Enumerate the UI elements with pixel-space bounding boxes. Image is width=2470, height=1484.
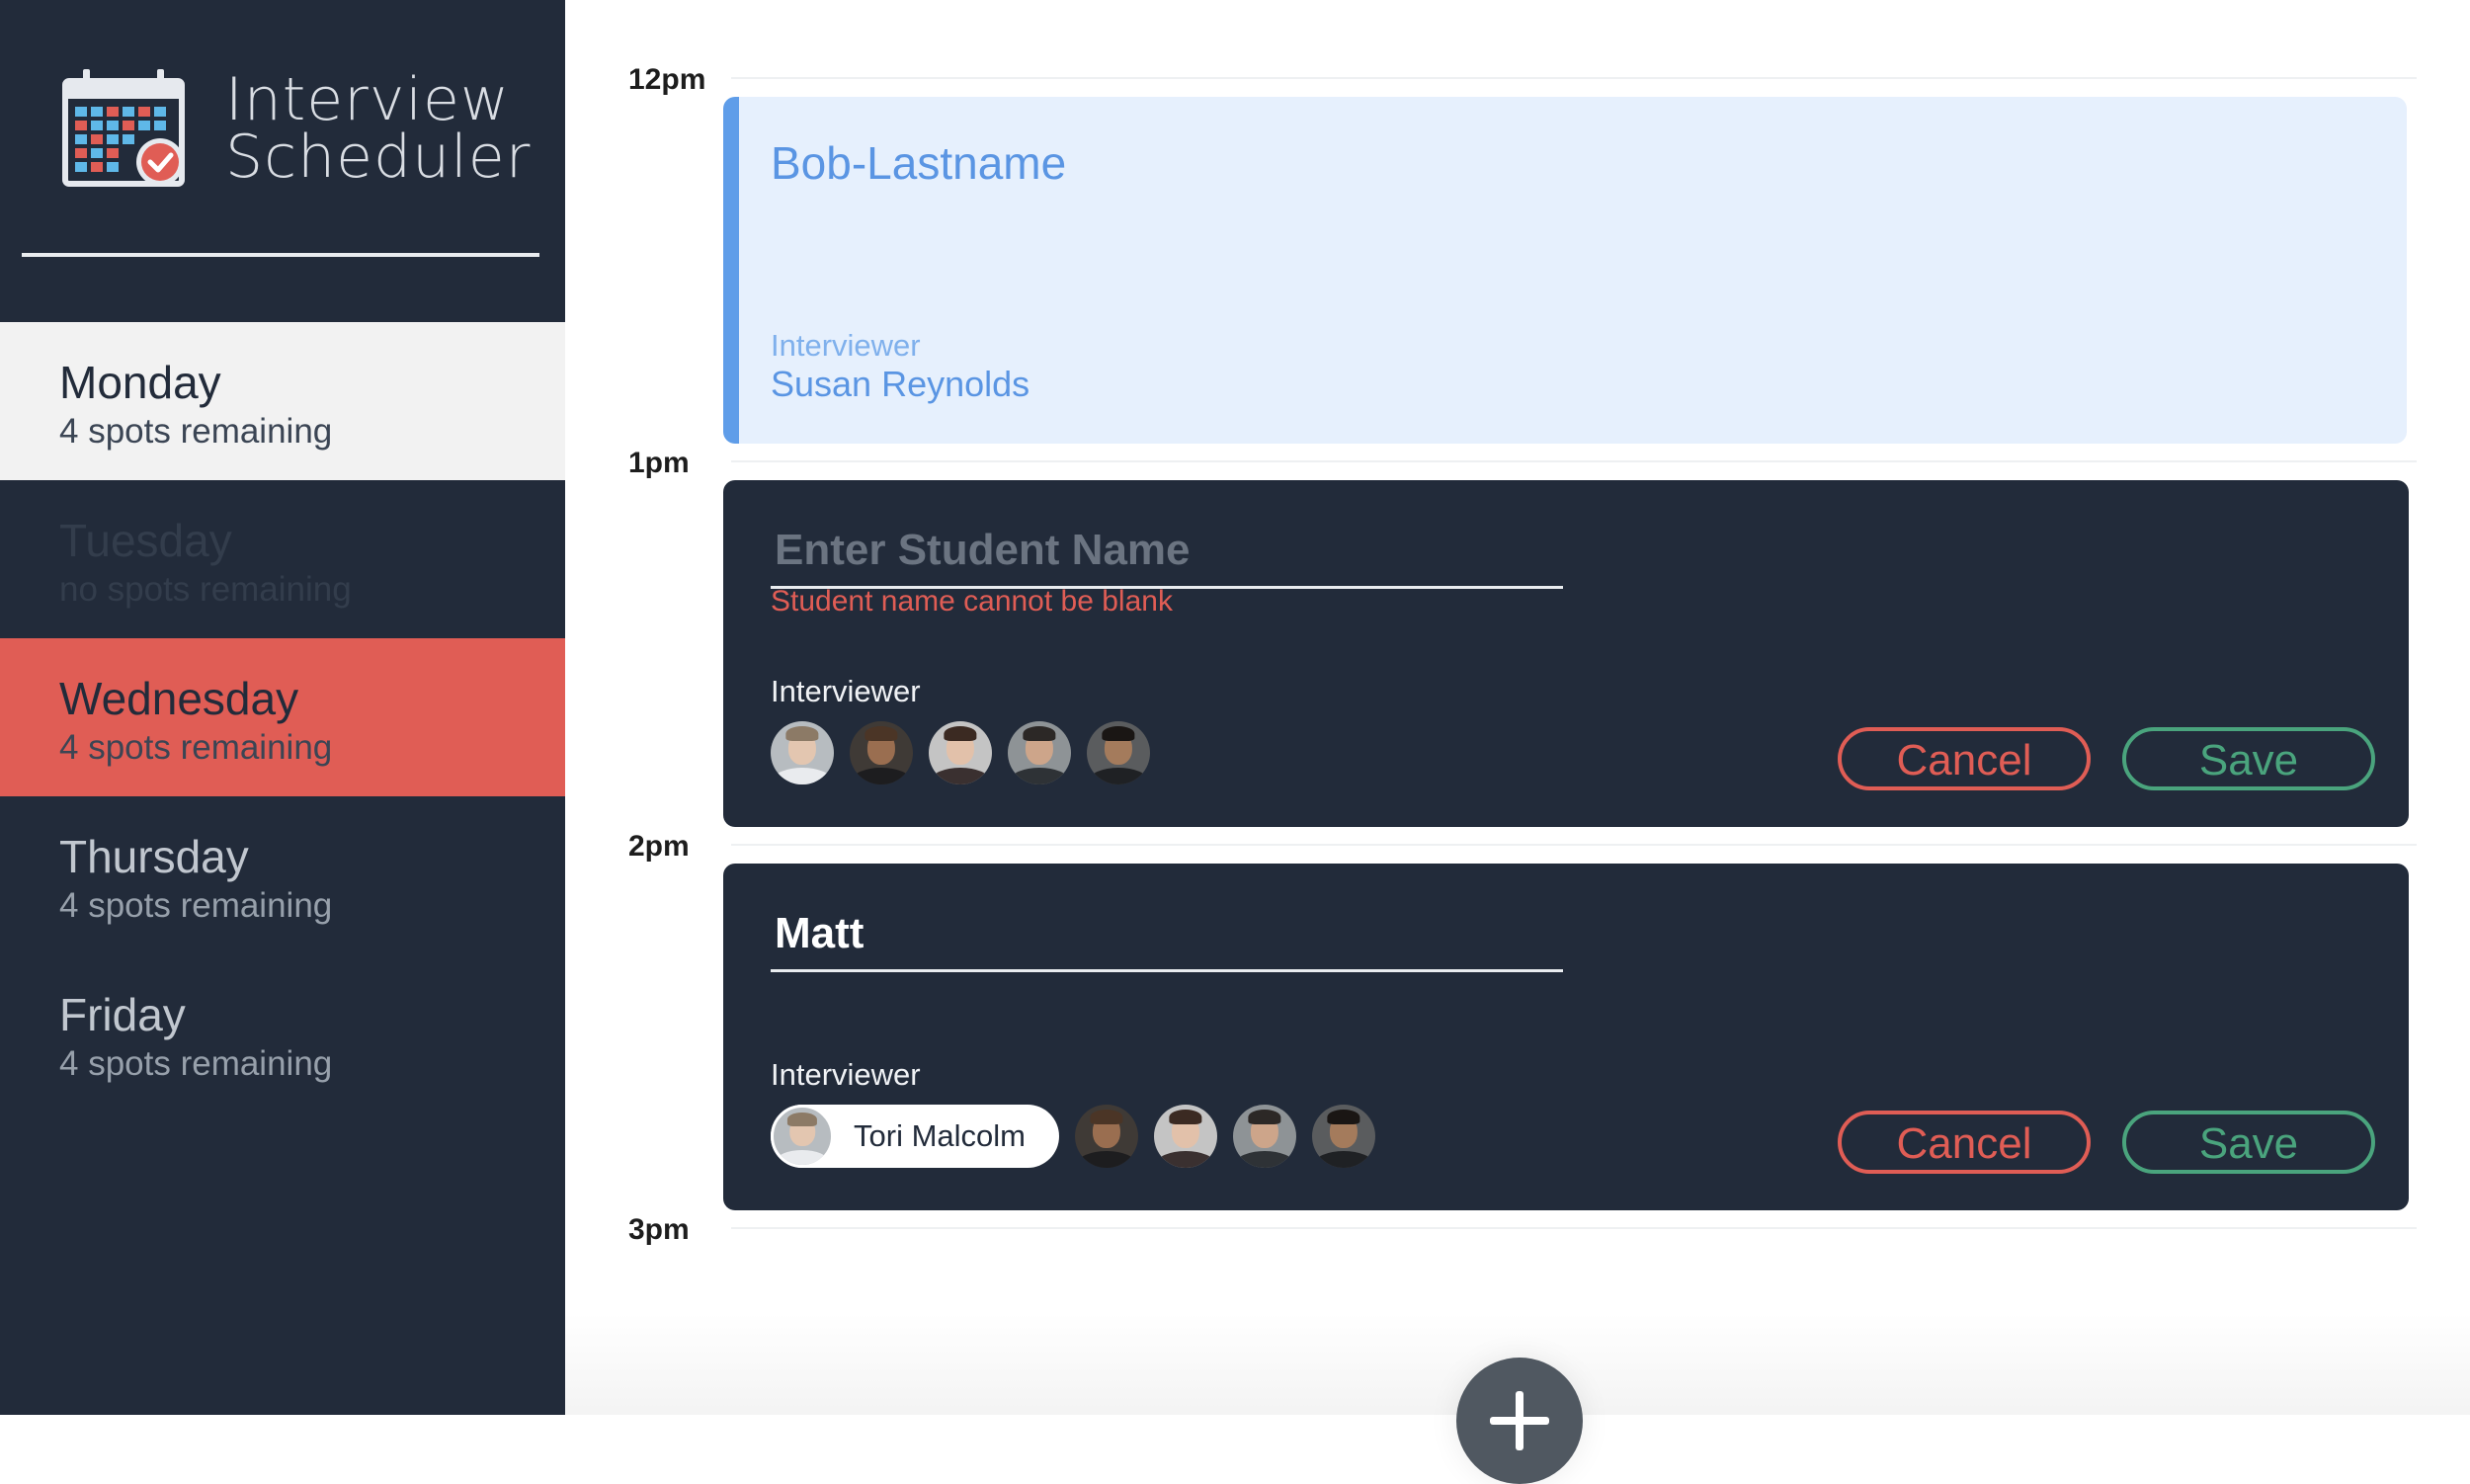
day-name: Tuesday: [59, 515, 232, 566]
student-name-input[interactable]: [771, 514, 1563, 589]
day-list: Monday 4 spots remaining Tuesday no spot…: [0, 322, 565, 1113]
day-item-wednesday[interactable]: Wednesday 4 spots remaining: [0, 638, 565, 796]
app-logo: Interview Scheduler: [61, 67, 531, 190]
save-button[interactable]: Save: [2122, 727, 2375, 790]
interviewer-avatar[interactable]: [1232, 1105, 1296, 1168]
day-name: Monday: [59, 357, 221, 408]
booked-student-name: Bob-Lastname: [771, 137, 1067, 189]
interviewer-label: Interviewer: [771, 1057, 921, 1092]
time-label-2pm: 2pm: [628, 830, 690, 863]
time-label-1pm: 1pm: [628, 447, 690, 479]
time-label-3pm: 3pm: [628, 1213, 690, 1246]
interviewer-avatar[interactable]: [771, 721, 834, 784]
selected-interviewer-name: Tori Malcolm: [854, 1118, 1026, 1153]
save-button[interactable]: Save: [2122, 1111, 2375, 1174]
time-divider: [731, 460, 2417, 462]
day-spots: no spots remaining: [59, 570, 352, 609]
interviewer-avatar[interactable]: [929, 721, 992, 784]
app-title-line2: Scheduler: [225, 123, 532, 192]
day-item-friday[interactable]: Friday 4 spots remaining: [0, 954, 565, 1113]
student-name-input[interactable]: [771, 897, 1563, 972]
app-title: Interview Scheduler: [225, 65, 532, 192]
interviewer-avatar[interactable]: [1074, 1105, 1138, 1168]
interviewer-label: Interviewer: [771, 674, 921, 708]
add-appointment-button[interactable]: [1456, 1358, 1583, 1484]
time-divider: [731, 77, 2417, 79]
interviewer-avatar[interactable]: [1311, 1105, 1375, 1168]
interviewer-list: Tori Malcolm: [771, 1105, 1391, 1168]
app-title-line1: Interview: [225, 65, 510, 134]
day-item-thursday[interactable]: Thursday 4 spots remaining: [0, 796, 565, 954]
booked-appointment: Bob-Lastname Interviewer Susan Reynolds: [723, 97, 2407, 444]
time-divider: [731, 1227, 2417, 1229]
interviewer-avatar[interactable]: [1153, 1105, 1217, 1168]
interviewer-avatar: [771, 1105, 834, 1168]
booked-interviewer-label: Interviewer: [771, 328, 921, 363]
day-name: Thursday: [59, 831, 249, 882]
validation-error: Student name cannot be blank: [771, 585, 1173, 618]
day-item-monday[interactable]: Monday 4 spots remaining: [0, 322, 565, 480]
time-label-12pm: 12pm: [628, 63, 706, 96]
calendar-check-icon: [62, 69, 185, 187]
day-name: Wednesday: [59, 673, 299, 724]
interviewer-avatar[interactable]: [1087, 721, 1150, 784]
appointment-form-empty: Student name cannot be blank Interviewer…: [723, 480, 2409, 827]
sidebar: Interview Scheduler Monday 4 spots remai…: [0, 0, 565, 1415]
appointment-form-filled: Interviewer Tori Malcolm Cancel Save: [723, 864, 2409, 1210]
interviewer-avatar[interactable]: [850, 721, 913, 784]
sidebar-divider: [22, 253, 539, 257]
booked-interviewer-name: Susan Reynolds: [771, 364, 1030, 404]
day-name: Friday: [59, 989, 186, 1040]
day-spots: 4 spots remaining: [59, 1044, 333, 1083]
day-spots: 4 spots remaining: [59, 412, 333, 451]
cancel-button[interactable]: Cancel: [1838, 727, 2091, 790]
day-spots: 4 spots remaining: [59, 728, 333, 767]
day-spots: 4 spots remaining: [59, 886, 333, 925]
interviewer-avatar[interactable]: [1008, 721, 1071, 784]
schedule: 12pm Bob-Lastname Interviewer Susan Reyn…: [565, 0, 2470, 1484]
day-item-tuesday[interactable]: Tuesday no spots remaining: [0, 480, 565, 638]
interviewer-selected[interactable]: Tori Malcolm: [771, 1105, 1059, 1168]
interviewer-list: [771, 721, 1166, 784]
time-divider: [731, 844, 2417, 846]
cancel-button[interactable]: Cancel: [1838, 1111, 2091, 1174]
